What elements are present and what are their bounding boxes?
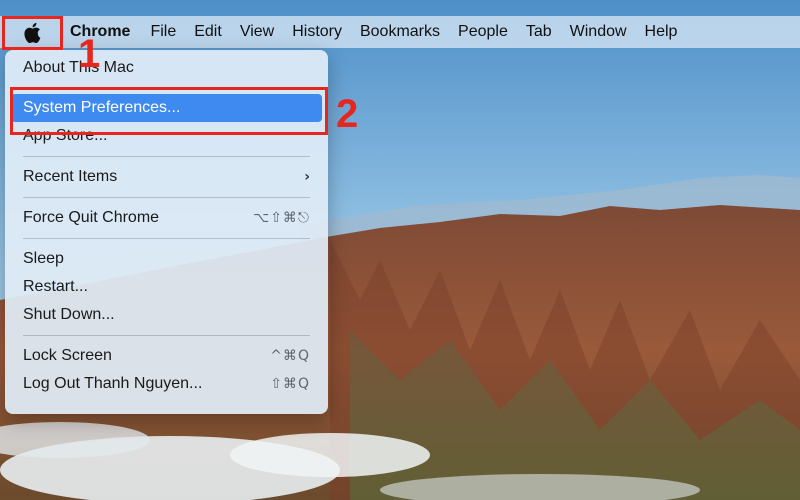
menu-item-label: Recent Items xyxy=(23,168,118,185)
menu-chrome[interactable]: Chrome xyxy=(64,16,141,48)
menu-view[interactable]: View xyxy=(231,16,283,48)
annotation-box-apple-menu xyxy=(2,16,63,50)
keyboard-shortcut: ⇧⌘Q xyxy=(270,376,310,392)
menu-separator xyxy=(23,238,310,239)
annotation-step-2: 2 xyxy=(336,92,359,136)
menu-tab[interactable]: Tab xyxy=(517,16,561,48)
menu-item-label: Restart... xyxy=(23,278,88,295)
annotation-box-system-preferences xyxy=(10,87,328,135)
menu-people[interactable]: People xyxy=(449,16,517,48)
menu-item-restart[interactable]: Restart... xyxy=(11,273,322,301)
annotation-step-1: 1 xyxy=(78,32,101,76)
menu-item-sleep[interactable]: Sleep xyxy=(11,245,322,273)
menu-history[interactable]: History xyxy=(283,16,351,48)
menu-help[interactable]: Help xyxy=(636,16,687,48)
menu-item-shut-down[interactable]: Shut Down... xyxy=(11,301,322,329)
menu-bar: Chrome File Edit View History Bookmarks … xyxy=(0,16,800,48)
menu-item-log-out[interactable]: Log Out Thanh Nguyen... ⇧⌘Q xyxy=(11,370,322,398)
menu-file[interactable]: File xyxy=(141,16,185,48)
menu-item-force-quit[interactable]: Force Quit Chrome ⌥⇧⌘⎋ xyxy=(11,204,322,232)
menu-separator xyxy=(23,335,310,336)
menu-item-recent-items[interactable]: Recent Items › xyxy=(11,163,322,191)
menu-item-label: Lock Screen xyxy=(23,347,112,364)
menu-item-lock-screen[interactable]: Lock Screen ^⌘Q xyxy=(11,342,322,370)
menu-window[interactable]: Window xyxy=(561,16,636,48)
menu-item-label: Sleep xyxy=(23,250,64,267)
menu-item-about-this-mac[interactable]: About This Mac xyxy=(11,54,322,82)
menu-separator xyxy=(23,197,310,198)
menu-item-label: Shut Down... xyxy=(23,306,115,323)
menu-separator xyxy=(23,156,310,157)
menu-item-label: Force Quit Chrome xyxy=(23,209,160,226)
keyboard-shortcut: ⌥⇧⌘⎋ xyxy=(253,210,310,226)
chevron-right-icon: › xyxy=(304,169,310,185)
desktop-screen: Chrome File Edit View History Bookmarks … xyxy=(0,0,800,500)
menu-bookmarks[interactable]: Bookmarks xyxy=(351,16,449,48)
menu-item-label: Log Out Thanh Nguyen... xyxy=(23,375,203,392)
keyboard-shortcut: ^⌘Q xyxy=(270,348,310,364)
menu-edit[interactable]: Edit xyxy=(185,16,231,48)
